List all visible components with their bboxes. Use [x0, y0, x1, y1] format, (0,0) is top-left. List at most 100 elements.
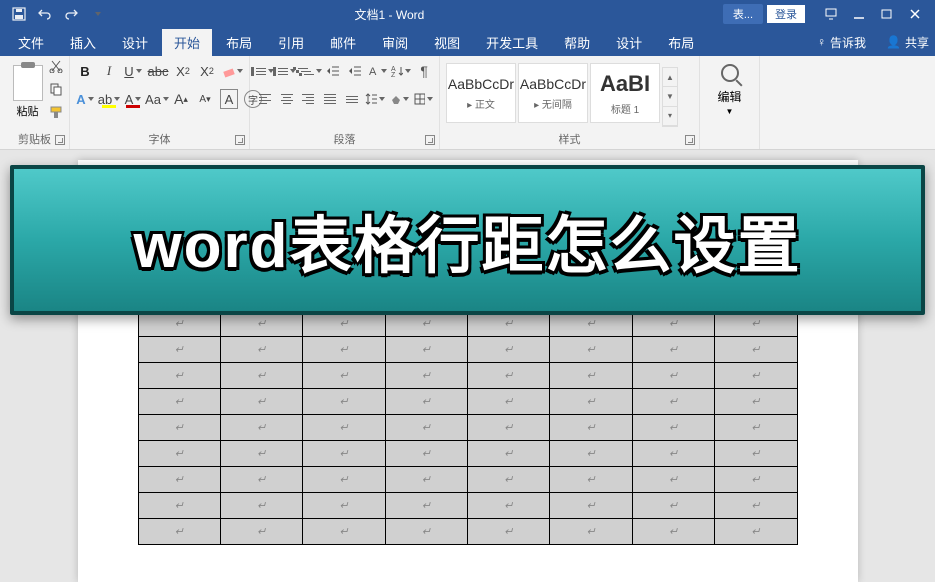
- table-cell[interactable]: ↵: [303, 337, 385, 363]
- align-left-button[interactable]: [256, 89, 274, 109]
- close-icon[interactable]: [907, 6, 923, 22]
- table-cell[interactable]: ↵: [550, 363, 632, 389]
- justify-button[interactable]: [321, 89, 339, 109]
- table-cell[interactable]: ↵: [220, 467, 302, 493]
- distribute-button[interactable]: [343, 89, 361, 109]
- superscript-button[interactable]: X2: [198, 61, 216, 81]
- dialog-launcher-icon[interactable]: [235, 135, 245, 145]
- table-cell[interactable]: ↵: [385, 415, 467, 441]
- tab-file[interactable]: 文件: [6, 29, 56, 56]
- tab-insert[interactable]: 插入: [58, 29, 108, 56]
- copy-icon[interactable]: [49, 82, 63, 101]
- redo-icon[interactable]: [62, 5, 80, 23]
- tab-references[interactable]: 引用: [266, 29, 316, 56]
- table-cell[interactable]: ↵: [550, 389, 632, 415]
- table-cell[interactable]: ↵: [138, 519, 220, 545]
- table-cell[interactable]: ↵: [550, 519, 632, 545]
- line-spacing-button[interactable]: [365, 89, 385, 109]
- table-cell[interactable]: ↵: [220, 389, 302, 415]
- table-cell[interactable]: ↵: [138, 337, 220, 363]
- tab-table-design[interactable]: 设计: [604, 29, 654, 56]
- table-cell[interactable]: ↵: [715, 363, 797, 389]
- dialog-launcher-icon[interactable]: [55, 135, 65, 145]
- table-cell[interactable]: ↵: [632, 519, 714, 545]
- table-cell[interactable]: ↵: [715, 519, 797, 545]
- chevron-down-icon[interactable]: ▼: [726, 107, 734, 116]
- table-cell[interactable]: ↵: [715, 467, 797, 493]
- format-painter-icon[interactable]: [49, 105, 63, 124]
- table-cell[interactable]: ↵: [385, 389, 467, 415]
- sort-button[interactable]: AZ: [391, 61, 411, 81]
- table-cell[interactable]: ↵: [303, 493, 385, 519]
- multilevel-button[interactable]: [300, 61, 320, 81]
- dialog-launcher-icon[interactable]: [685, 135, 695, 145]
- italic-button[interactable]: I: [100, 61, 118, 81]
- tab-layout[interactable]: 布局: [214, 29, 264, 56]
- shrink-font-button[interactable]: A▾: [196, 89, 214, 109]
- table-cell[interactable]: ↵: [632, 441, 714, 467]
- table-cell[interactable]: ↵: [138, 389, 220, 415]
- table-cell[interactable]: ↵: [632, 467, 714, 493]
- borders-button[interactable]: [413, 89, 433, 109]
- table-cell[interactable]: ↵: [220, 493, 302, 519]
- table-cell[interactable]: ↵: [550, 441, 632, 467]
- table-cell[interactable]: ↵: [550, 415, 632, 441]
- tab-home[interactable]: 开始: [162, 29, 212, 56]
- font-color-button[interactable]: A: [124, 89, 142, 109]
- table-cell[interactable]: ↵: [468, 337, 550, 363]
- login-button[interactable]: 登录: [767, 5, 805, 23]
- table-cell[interactable]: ↵: [468, 389, 550, 415]
- table-cell[interactable]: ↵: [220, 363, 302, 389]
- table-cell[interactable]: ↵: [138, 415, 220, 441]
- underline-button[interactable]: U: [124, 61, 142, 81]
- tab-mailings[interactable]: 邮件: [318, 29, 368, 56]
- table-cell[interactable]: ↵: [632, 363, 714, 389]
- editing-label[interactable]: 编辑: [717, 88, 741, 105]
- cut-icon[interactable]: [49, 59, 63, 78]
- table-cell[interactable]: ↵: [385, 467, 467, 493]
- table-cell[interactable]: ↵: [220, 519, 302, 545]
- highlight-button[interactable]: ab: [100, 89, 118, 109]
- tab-review[interactable]: 审阅: [370, 29, 420, 56]
- subscript-button[interactable]: X2: [174, 61, 192, 81]
- table-cell[interactable]: ↵: [303, 415, 385, 441]
- undo-icon[interactable]: [36, 5, 54, 23]
- char-border-button[interactable]: A: [220, 89, 238, 109]
- dialog-launcher-icon[interactable]: [425, 135, 435, 145]
- asian-layout-button[interactable]: A: [367, 61, 387, 81]
- table-cell[interactable]: ↵: [468, 519, 550, 545]
- decrease-indent-button[interactable]: [324, 61, 342, 81]
- table-cell[interactable]: ↵: [550, 467, 632, 493]
- table-cell[interactable]: ↵: [468, 441, 550, 467]
- table-cell[interactable]: ↵: [220, 337, 302, 363]
- bullets-button[interactable]: [256, 61, 274, 81]
- table-cell[interactable]: ↵: [303, 363, 385, 389]
- table-cell[interactable]: ↵: [220, 415, 302, 441]
- table-cell[interactable]: ↵: [632, 337, 714, 363]
- numbering-button[interactable]: [278, 61, 296, 81]
- table-cell[interactable]: ↵: [303, 389, 385, 415]
- table-cell[interactable]: ↵: [468, 415, 550, 441]
- table-cell[interactable]: ↵: [632, 493, 714, 519]
- table-cell[interactable]: ↵: [468, 363, 550, 389]
- find-icon[interactable]: [721, 64, 739, 82]
- ribbon-options-icon[interactable]: [823, 6, 839, 22]
- grow-font-button[interactable]: A▴: [172, 89, 190, 109]
- tab-developer[interactable]: 开发工具: [474, 29, 550, 56]
- table-cell[interactable]: ↵: [715, 493, 797, 519]
- table-cell[interactable]: ↵: [385, 363, 467, 389]
- style-heading1[interactable]: AaBI 标题 1: [590, 63, 660, 123]
- table-cell[interactable]: ↵: [138, 467, 220, 493]
- table-cell[interactable]: ↵: [715, 389, 797, 415]
- tab-help[interactable]: 帮助: [552, 29, 602, 56]
- table-cell[interactable]: ↵: [220, 441, 302, 467]
- table-cell[interactable]: ↵: [303, 467, 385, 493]
- table-cell[interactable]: ↵: [303, 441, 385, 467]
- save-icon[interactable]: [10, 5, 28, 23]
- table-cell[interactable]: ↵: [468, 493, 550, 519]
- paste-button[interactable]: 粘贴: [17, 103, 39, 119]
- table-cell[interactable]: ↵: [632, 415, 714, 441]
- table-cell[interactable]: ↵: [550, 493, 632, 519]
- table-cell[interactable]: ↵: [632, 389, 714, 415]
- tell-me-search[interactable]: ♀ 告诉我: [817, 34, 866, 51]
